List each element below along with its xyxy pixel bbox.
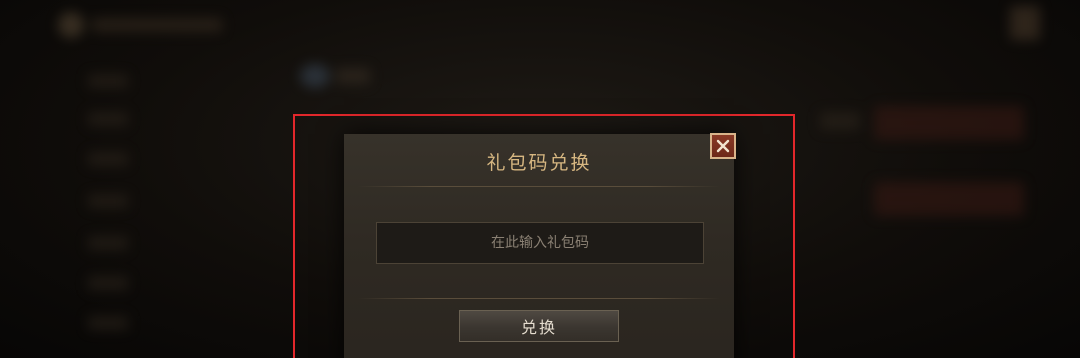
close-button[interactable]: [710, 133, 736, 159]
footer-divider: [358, 298, 720, 299]
background-sidebar-item: [88, 316, 128, 330]
gift-code-dialog: 礼包码兑换 兑换: [344, 134, 734, 358]
background-sidebar-item: [88, 276, 128, 290]
background-profile-bar: [50, 8, 250, 42]
redeem-button-label: 兑换: [520, 318, 557, 337]
gift-code-input[interactable]: [376, 222, 704, 264]
background-name-bar: [92, 18, 222, 32]
background-header-icon: [300, 64, 330, 88]
background-sidebar-item: [88, 112, 128, 126]
background-sidebar-item: [88, 152, 128, 166]
background-corner-button: [1010, 6, 1040, 40]
redeem-button[interactable]: 兑换: [459, 310, 619, 342]
background-right-label: [820, 112, 860, 130]
background-right-button: [874, 182, 1024, 216]
game-screen: 礼包码兑换 兑换: [0, 0, 1080, 358]
background-header-text: [336, 68, 370, 84]
background-sidebar-item: [88, 194, 128, 208]
background-right-button: [874, 106, 1024, 140]
title-divider: [358, 186, 720, 187]
background-avatar: [58, 12, 84, 38]
background-sidebar-item: [88, 74, 128, 88]
close-icon: [716, 139, 730, 153]
background-sidebar-item: [88, 236, 128, 250]
dialog-title: 礼包码兑换: [486, 152, 592, 174]
